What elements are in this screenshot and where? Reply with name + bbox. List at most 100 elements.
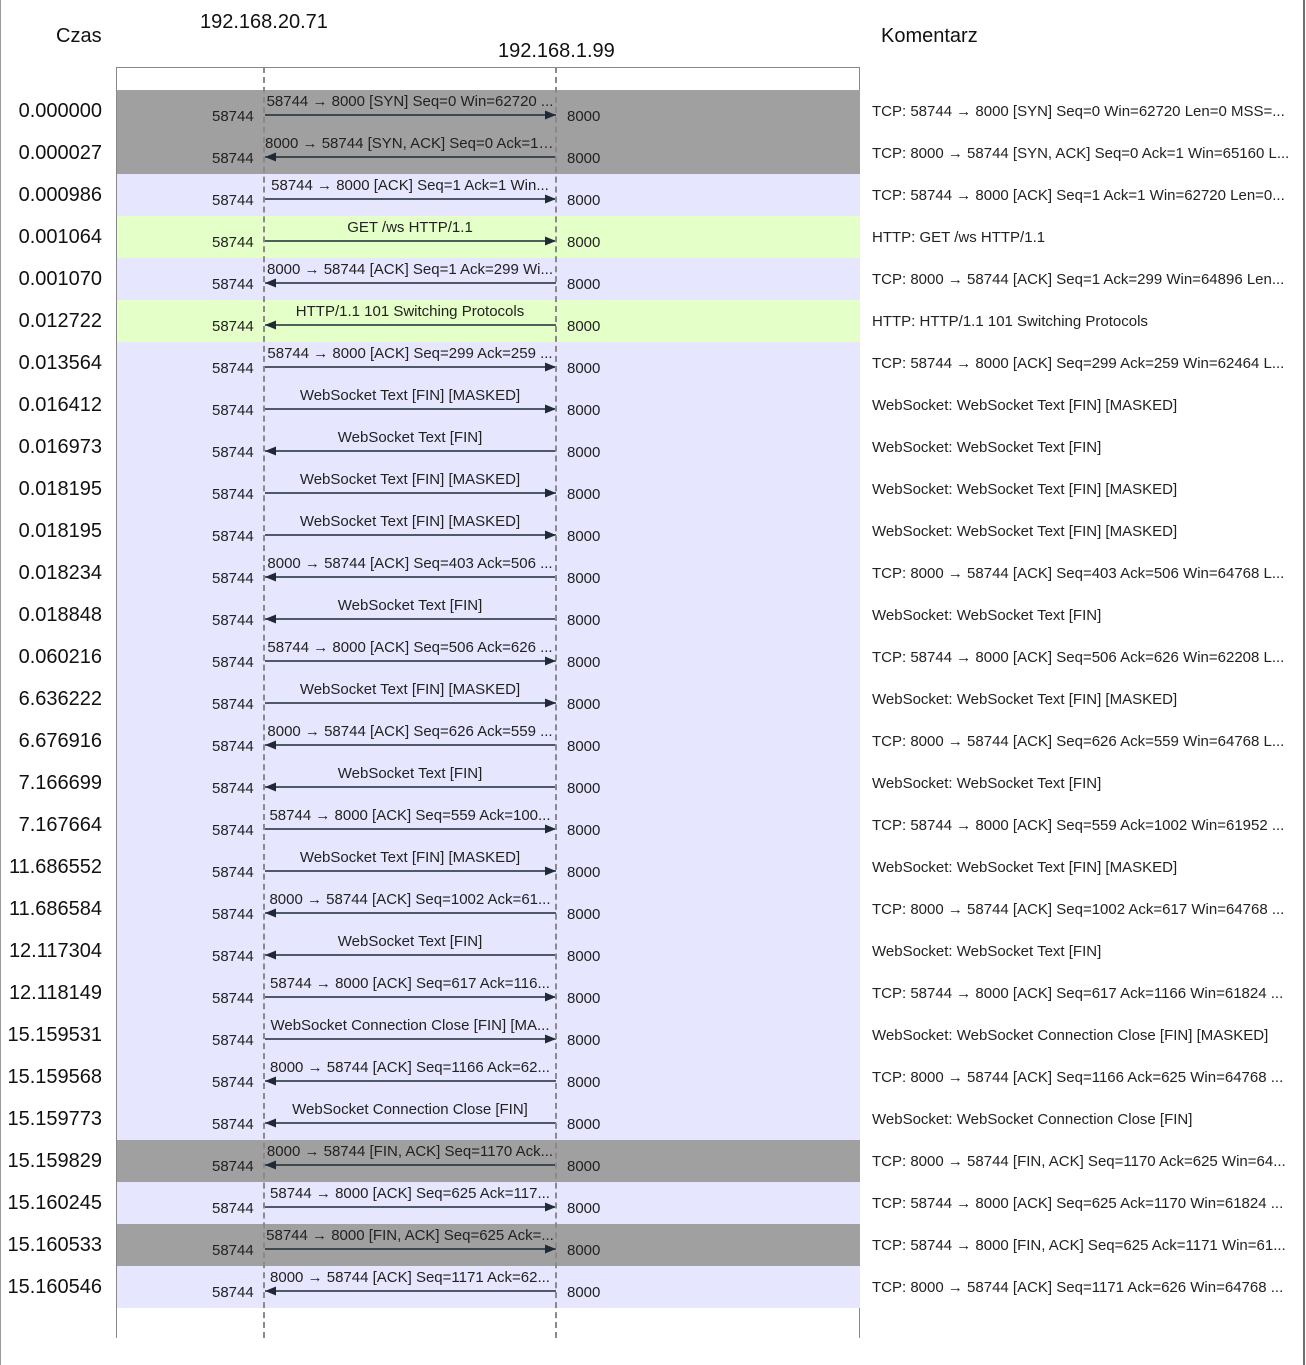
flow-row[interactable]: 0.001070 58744 8000 8000 → 58744 [ACK] Seq=…: [0, 258, 1300, 300]
row-time: 15.159773: [7, 1108, 102, 1130]
row-comment: WebSocket: WebSocket Connection Close [F…: [872, 1111, 1193, 1128]
flow-row[interactable]: 0.000027 58744 8000 8000 → 58744 [SYN, ACK]…: [0, 132, 1300, 174]
host-a-lifeline: [263, 67, 265, 1338]
flow-row[interactable]: 0.013564 58744 8000 58744 → 8000 [ACK] Seq=…: [0, 342, 1300, 384]
row-time: 15.160533: [7, 1234, 102, 1256]
flow-row[interactable]: 0.016973 58744 8000 WebSocket Text [FIN] Web…: [0, 426, 1300, 468]
flow-row[interactable]: 0.018848 58744 8000 WebSocket Text [FIN] Web…: [0, 594, 1300, 636]
row-message-label: WebSocket Text [FIN]: [337, 597, 483, 614]
row-port-a: 58744: [212, 150, 254, 167]
row-time: 0.001070: [18, 268, 102, 290]
flow-row[interactable]: 0.018195 58744 8000 WebSocket Text [FIN] [M…: [0, 510, 1300, 552]
flow-row[interactable]: 7.167664 58744 8000 58744 → 8000 [ACK] Seq=…: [0, 804, 1300, 846]
row-message-label: WebSocket Text [FIN]: [337, 429, 483, 446]
row-port-b: 8000: [567, 780, 601, 797]
row-comment: TCP: 8000 → 58744 [FIN, ACK] Seq=1170 Ac…: [872, 1153, 1286, 1170]
row-message-label: WebSocket Connection Close [FIN]: [292, 1101, 528, 1118]
row-message-label: 58744 → 8000 [FIN, ACK] Seq=625 Ack=...: [266, 1227, 554, 1244]
row-time: 0.016973: [18, 436, 102, 458]
row-time: 15.159531: [7, 1024, 102, 1046]
row-port-b: 8000: [567, 696, 601, 713]
row-port-a: 58744: [212, 864, 254, 881]
row-port-b: 8000: [567, 1200, 601, 1217]
row-port-b: 8000: [567, 486, 601, 503]
row-comment: WebSocket: WebSocket Text [FIN]: [872, 607, 1102, 624]
flow-row[interactable]: 0.001064 58744 8000 GET /ws HTTP/1.1 HTTP: G…: [0, 216, 1300, 258]
row-comment: TCP: 58744 → 8000 [ACK] Seq=617 Ack=1166…: [872, 985, 1284, 1002]
flow-graph[interactable]: Czas 192.168.20.71 192.168.1.99 Komentar…: [0, 0, 1306, 1365]
flow-row[interactable]: 0.018195 58744 8000 WebSocket Text [FIN] [M…: [0, 468, 1300, 510]
row-time: 0.000986: [18, 184, 102, 206]
row-comment: HTTP: GET /ws HTTP/1.1: [872, 229, 1046, 246]
row-message-label: WebSocket Text [FIN] [MASKED]: [299, 387, 521, 404]
row-comment: WebSocket: WebSocket Text [FIN] [MASKED]: [872, 691, 1178, 708]
flow-row[interactable]: 15.160245 58744 8000 58744 → 8000 [ACK] Seq…: [0, 1182, 1300, 1224]
row-comment: TCP: 58744 → 8000 [SYN] Seq=0 Win=62720 …: [872, 103, 1285, 120]
row-comment: WebSocket: WebSocket Text [FIN] [MASKED]: [872, 397, 1178, 414]
row-comment: TCP: 8000 → 58744 [ACK] Seq=1 Ack=299 Wi…: [872, 271, 1285, 288]
row-message-label: 58744 → 8000 [ACK] Seq=625 Ack=117...: [270, 1185, 550, 1202]
row-port-b: 8000: [567, 192, 601, 209]
row-time: 12.118149: [8, 982, 102, 1004]
row-comment: TCP: 8000 → 58744 [ACK] Seq=626 Ack=559 …: [872, 733, 1285, 750]
row-time: 15.159829: [7, 1150, 102, 1172]
flow-row[interactable]: 11.686552 58744 8000 WebSocket Text [FIN] […: [0, 846, 1300, 888]
flow-row[interactable]: 7.166699 58744 8000 WebSocket Text [FIN] Web…: [0, 762, 1300, 804]
row-time: 15.160546: [7, 1276, 102, 1298]
row-message-label: 8000 → 58744 [FIN, ACK] Seq=1170 Ack...: [266, 1143, 554, 1160]
flow-row[interactable]: 15.159568 58744 8000 8000 → 58744 [ACK] Seq…: [0, 1056, 1300, 1098]
flow-row[interactable]: 15.159531 58744 8000 WebSocket Connection C…: [0, 1014, 1300, 1056]
row-time: 0.000027: [18, 142, 102, 164]
row-time: 15.159568: [7, 1066, 102, 1088]
row-port-a: 58744: [212, 948, 254, 965]
row-message-label: 58744 → 8000 [ACK] Seq=617 Ack=116...: [270, 975, 550, 992]
row-port-a: 58744: [212, 696, 254, 713]
flow-row[interactable]: 6.676916 58744 8000 8000 → 58744 [ACK] Seq=…: [0, 720, 1300, 762]
row-message-label: 8000 → 58744 [ACK] Seq=1171 Ack=62...: [270, 1269, 550, 1286]
flow-row[interactable]: 0.000986 58744 8000 58744 → 8000 [ACK] Seq=…: [0, 174, 1300, 216]
flow-row[interactable]: 0.016412 58744 8000 WebSocket Text [FIN] [M…: [0, 384, 1300, 426]
host-b-lifeline: [555, 67, 557, 1338]
flow-row[interactable]: 15.159829 58744 8000 8000 → 58744 [FIN, ACK…: [0, 1140, 1300, 1182]
row-message-label: WebSocket Connection Close [FIN] [MA...: [270, 1017, 550, 1034]
row-port-a: 58744: [212, 276, 254, 293]
row-port-a: 58744: [212, 318, 254, 335]
row-comment: TCP: 58744 → 8000 [ACK] Seq=506 Ack=626 …: [872, 649, 1285, 666]
row-comment: TCP: 58744 → 8000 [ACK] Seq=299 Ack=259 …: [872, 355, 1285, 372]
row-port-a: 58744: [212, 1074, 254, 1091]
row-time: 0.018848: [18, 604, 102, 626]
row-port-b: 8000: [567, 108, 601, 125]
row-comment: TCP: 8000 → 58744 [ACK] Seq=1166 Ack=625…: [872, 1069, 1284, 1086]
row-port-a: 58744: [212, 906, 254, 923]
flow-row[interactable]: 11.686584 58744 8000 8000 → 58744 [ACK] Seq…: [0, 888, 1300, 930]
row-port-a: 58744: [212, 570, 254, 587]
row-port-b: 8000: [567, 1284, 601, 1301]
flow-row[interactable]: 12.118149 58744 8000 58744 → 8000 [ACK] Seq…: [0, 972, 1300, 1014]
row-port-b: 8000: [567, 1032, 601, 1049]
flow-row[interactable]: 0.018234 58744 8000 8000 → 58744 [ACK] Seq=…: [0, 552, 1300, 594]
row-message-label: GET /ws HTTP/1.1: [347, 219, 473, 236]
row-port-a: 58744: [212, 654, 254, 671]
flow-row[interactable]: 0.000000 58744 8000 58744 → 8000 [SYN] Seq=…: [0, 90, 1300, 132]
flow-row[interactable]: 0.060216 58744 8000 58744 → 8000 [ACK] Seq=…: [0, 636, 1300, 678]
row-port-b: 8000: [567, 654, 601, 671]
row-time: 7.167664: [18, 814, 102, 836]
flow-row[interactable]: 6.636222 58744 8000 WebSocket Text [FIN] [M…: [0, 678, 1300, 720]
row-port-b: 8000: [567, 990, 601, 1007]
row-port-a: 58744: [212, 1284, 254, 1301]
flow-row[interactable]: 15.160533 58744 8000 58744 → 8000 [FIN, ACK…: [0, 1224, 1300, 1266]
row-message-label: 58744 → 8000 [ACK] Seq=559 Ack=100...: [269, 807, 551, 824]
flow-row[interactable]: 15.159773 58744 8000 WebSocket Connection C…: [0, 1098, 1300, 1140]
row-port-b: 8000: [567, 528, 601, 545]
flow-row[interactable]: 0.012722 58744 8000 HTTP/1.1 101 Switching …: [0, 300, 1300, 342]
row-comment: TCP: 58744 → 8000 [ACK] Seq=625 Ack=1170…: [872, 1195, 1284, 1212]
row-port-a: 58744: [212, 108, 254, 125]
row-comment: WebSocket: WebSocket Text [FIN] [MASKED]: [872, 481, 1178, 498]
flow-row[interactable]: 12.117304 58744 8000 WebSocket Text [FIN] We…: [0, 930, 1300, 972]
row-comment: TCP: 58744 → 8000 [ACK] Seq=559 Ack=1002…: [872, 817, 1285, 834]
row-message-label: 8000 → 58744 [ACK] Seq=403 Ack=506 ...: [267, 555, 553, 572]
flow-row[interactable]: 15.160546 58744 8000 8000 → 58744 [ACK] Seq…: [0, 1266, 1300, 1308]
row-comment: TCP: 8000 → 58744 [ACK] Seq=403 Ack=506 …: [872, 565, 1285, 582]
row-comment: WebSocket: WebSocket Text [FIN] [MASKED]: [872, 859, 1178, 876]
row-comment: WebSocket: WebSocket Text [FIN]: [872, 439, 1102, 456]
